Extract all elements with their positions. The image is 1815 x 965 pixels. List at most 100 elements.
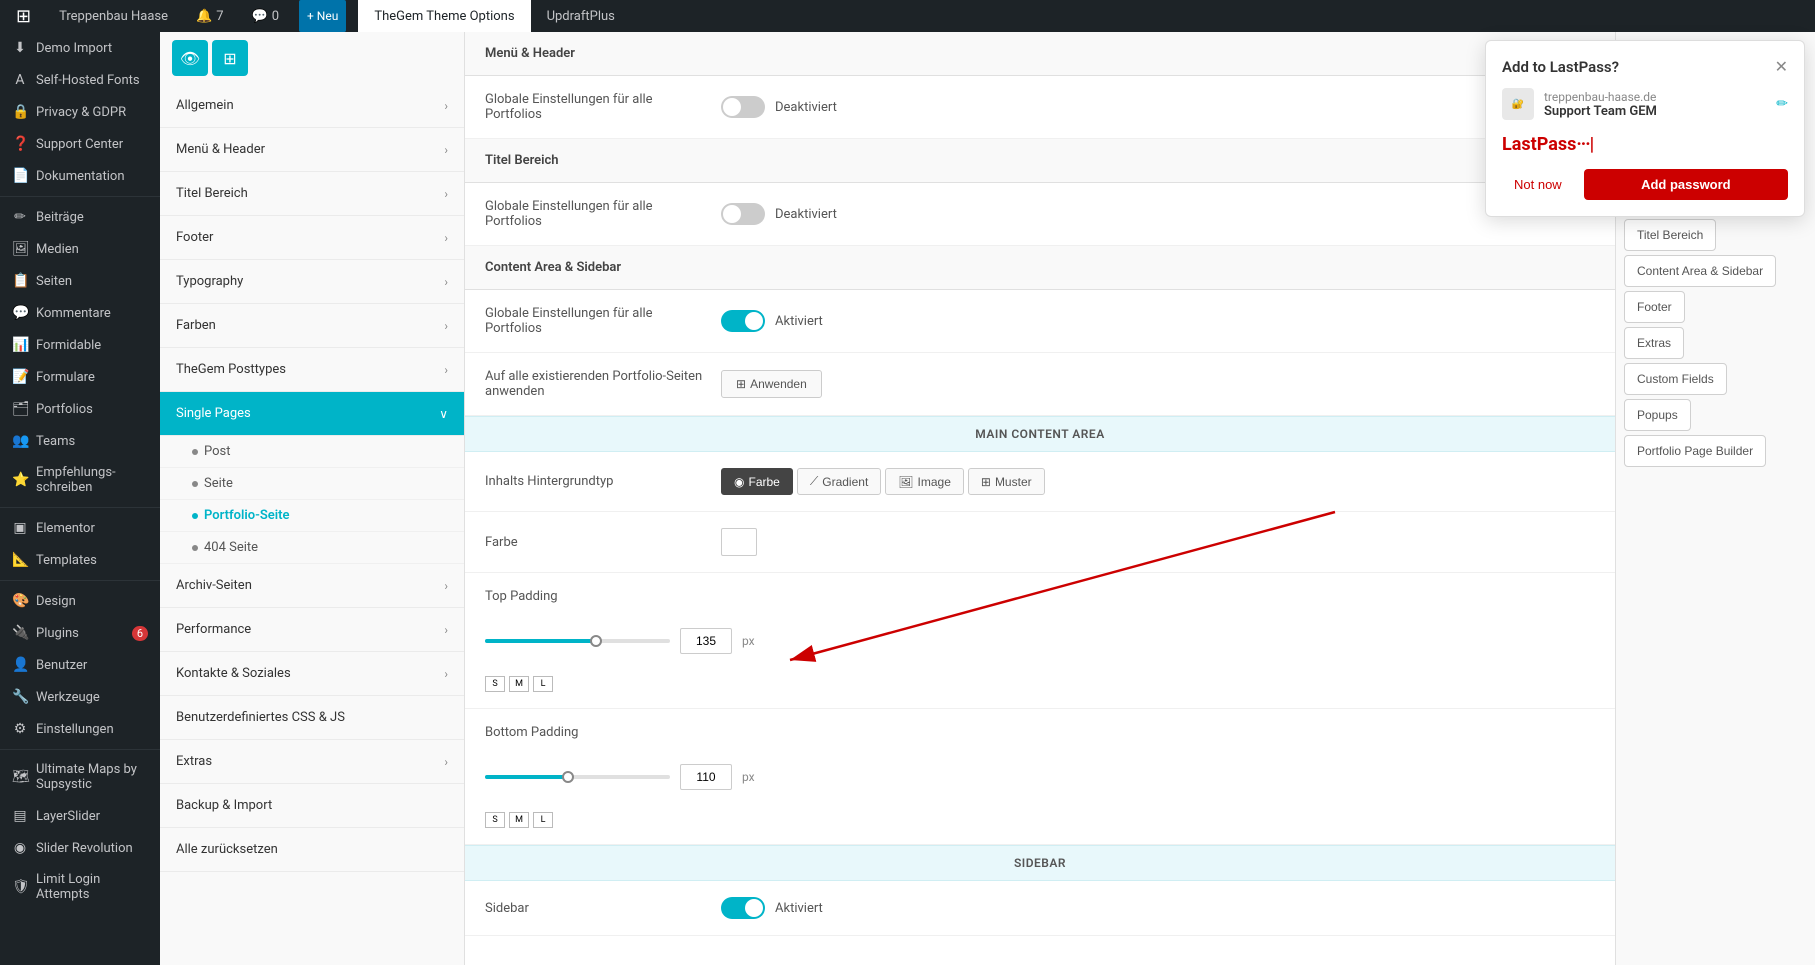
panel-item-performance[interactable]: Performance › xyxy=(160,608,464,652)
panel-item-css-js[interactable]: Benutzerdefiniertes CSS & JS xyxy=(160,696,464,740)
sidebar-item-layer-slider[interactable]: ▤ LayerSlider xyxy=(0,800,160,832)
bottom-padding-slider-row: px xyxy=(485,764,755,790)
panel-item-allgemein[interactable]: Allgemein › xyxy=(160,84,464,128)
sidebar-item-ultimate-maps[interactable]: 🗺 Ultimate Maps by Supsystic xyxy=(0,754,160,800)
sidebar-item-plugins[interactable]: 🔌 Plugins 6 xyxy=(0,617,160,649)
top-padding-input[interactable] xyxy=(680,628,732,654)
wp-logo[interactable]: ⊞ xyxy=(8,0,39,32)
panel-item-backup[interactable]: Backup & Import xyxy=(160,784,464,828)
adminbar-site[interactable]: Treppenbau Haase xyxy=(51,0,176,32)
scroll-btn-titel-bereich[interactable]: Titel Bereich xyxy=(1624,219,1716,251)
top-padding-fill xyxy=(485,639,596,643)
kommentare-icon: 💬 xyxy=(12,305,28,321)
panel-item-titel-bereich[interactable]: Titel Bereich › xyxy=(160,172,464,216)
bg-btn-farbe[interactable]: ◉ Farbe xyxy=(721,468,793,495)
panel-item-typography[interactable]: Typography › xyxy=(160,260,464,304)
color-swatch[interactable] xyxy=(721,528,757,556)
scroll-btn-portfolio-builder[interactable]: Portfolio Page Builder xyxy=(1624,435,1766,467)
sidebar-item-formulare[interactable]: 📝 Formulare xyxy=(0,361,160,393)
sidebar-item-elementor[interactable]: ▣ Elementor xyxy=(0,512,160,544)
top-padding-thumb[interactable] xyxy=(590,635,602,647)
layerslider-icon: ▤ xyxy=(12,808,28,824)
toggle-sidebar: Aktiviert xyxy=(721,897,823,919)
panel-item-reset[interactable]: Alle zurücksetzen xyxy=(160,828,464,872)
panel-item-menu-header[interactable]: Menü & Header › xyxy=(160,128,464,172)
toggle-menu-switch[interactable] xyxy=(721,96,765,118)
sidebar-item-design[interactable]: 🎨 Design xyxy=(0,585,160,617)
scroll-btn-extras[interactable]: Extras xyxy=(1624,327,1684,359)
sidebar-item-seiten[interactable]: 📋 Seiten xyxy=(0,265,160,297)
sidebar-item-formidable[interactable]: 📊 Formidable xyxy=(0,329,160,361)
lastpass-not-now-button[interactable]: Not now xyxy=(1502,169,1574,200)
adminbar-notif[interactable]: 🔔 7 xyxy=(188,0,232,32)
sub-item-post[interactable]: Post xyxy=(160,436,464,468)
sub-item-portfolio[interactable]: Portfolio-Seite xyxy=(160,500,464,532)
adminbar-comments[interactable]: 💬 0 xyxy=(244,0,288,32)
sidebar-item-limit-login[interactable]: 🛡 Limit Login Attempts xyxy=(0,864,160,910)
settings-icon-btn[interactable]: ⊞ xyxy=(212,40,248,76)
panel-item-single-pages[interactable]: Single Pages ∨ xyxy=(160,392,464,436)
top-padding-track[interactable] xyxy=(485,639,670,643)
lastpass-edit-icon[interactable]: ✏ xyxy=(1776,96,1788,112)
toggle-titel-switch[interactable] xyxy=(721,203,765,225)
bg-btn-image[interactable]: 🖼 Image xyxy=(885,468,964,495)
panel-item-kontakte[interactable]: Kontakte & Soziales › xyxy=(160,652,464,696)
lastpass-add-password-button[interactable]: Add password xyxy=(1584,169,1788,200)
bottom-padding-thumb[interactable] xyxy=(562,771,574,783)
sidebar-item-demo-import[interactable]: ⬇ Demo Import xyxy=(0,32,160,64)
bp-size-medium-icon[interactable]: M xyxy=(509,812,529,828)
sub-item-404[interactable]: 404 Seite xyxy=(160,532,464,564)
sidebar-item-benutzer[interactable]: 👤 Benutzer xyxy=(0,649,160,681)
sidebar-item-teams[interactable]: 👥 Teams xyxy=(0,425,160,457)
sidebar-item-templates[interactable]: 📐 Templates xyxy=(0,544,160,576)
arrow-right-icon8: › xyxy=(444,579,448,593)
sidebar-item-slider-revolution[interactable]: ◉ Slider Revolution xyxy=(0,832,160,864)
sidebar-item-werkzeuge[interactable]: 🔧 Werkzeuge xyxy=(0,681,160,713)
support-icon: ❓ xyxy=(12,136,28,152)
scroll-btn-custom-fields[interactable]: Custom Fields xyxy=(1624,363,1727,395)
panel-item-archiv[interactable]: Archiv-Seiten › xyxy=(160,564,464,608)
panel-item-extras[interactable]: Extras › xyxy=(160,740,464,784)
bullet-404 xyxy=(192,545,198,551)
sidebar-item-beitraege[interactable]: ✏ Beiträge xyxy=(0,201,160,233)
bp-size-large-icon[interactable]: L xyxy=(533,812,553,828)
preview-icon-btn[interactable]: 👁 xyxy=(172,40,208,76)
sidebar-item-kommentare[interactable]: 💬 Kommentare xyxy=(0,297,160,329)
lastpass-close-button[interactable]: ✕ xyxy=(1775,57,1788,76)
sidebar-item-support[interactable]: ❓ Support Center xyxy=(0,128,160,160)
nav-tab-thegem[interactable]: TheGem Theme Options xyxy=(358,0,530,32)
adminbar-new[interactable]: + Neu xyxy=(299,0,346,32)
bottom-padding-input[interactable] xyxy=(680,764,732,790)
sidebar-item-privacy[interactable]: 🔒 Privacy & GDPR xyxy=(0,96,160,128)
muster-icon: ⊞ xyxy=(981,475,991,489)
toggle-sidebar-switch[interactable] xyxy=(721,897,765,919)
sidebar-item-empfehlungen[interactable]: ⭐ Empfehlungs-schreiben xyxy=(0,457,160,503)
bg-type-row: Inhalts Hintergrundtyp ◉ Farbe ⟋ Gradien… xyxy=(465,452,1615,512)
sidebar-item-self-hosted-fonts[interactable]: A Self-Hosted Fonts xyxy=(0,64,160,96)
sidebar-item-einstellungen[interactable]: ⚙ Einstellungen xyxy=(0,713,160,745)
limit-login-icon: 🛡 xyxy=(12,879,28,895)
apply-button[interactable]: ⊞ Anwenden xyxy=(721,370,822,398)
lastpass-header: Add to LastPass? ✕ xyxy=(1502,57,1788,76)
size-medium-icon[interactable]: M xyxy=(509,676,529,692)
nav-tab-updraftplus[interactable]: UpdraftPlus xyxy=(531,0,631,32)
size-large-icon[interactable]: L xyxy=(533,676,553,692)
panel-item-footer[interactable]: Footer › xyxy=(160,216,464,260)
scroll-btn-footer[interactable]: Footer xyxy=(1624,291,1685,323)
demo-import-icon: ⬇ xyxy=(12,40,28,56)
size-small-icon[interactable]: S xyxy=(485,676,505,692)
bottom-padding-track[interactable] xyxy=(485,775,670,779)
sidebar-item-portfolios[interactable]: 🗂 Portfolios xyxy=(0,393,160,425)
bg-btn-muster[interactable]: ⊞ Muster xyxy=(968,468,1045,495)
panel-item-farben[interactable]: Farben › xyxy=(160,304,464,348)
toggle-content-switch[interactable] xyxy=(721,310,765,332)
panel-item-posttypes[interactable]: TheGem Posttypes › xyxy=(160,348,464,392)
sub-item-seite[interactable]: Seite xyxy=(160,468,464,500)
scroll-btn-popups[interactable]: Popups xyxy=(1624,399,1691,431)
sidebar-item-docs[interactable]: 📄 Dokumentation xyxy=(0,160,160,192)
bg-btn-gradient[interactable]: ⟋ Gradient xyxy=(797,468,881,495)
sidebar-item-medien[interactable]: 🖼 Medien xyxy=(0,233,160,265)
scroll-btn-content-area[interactable]: Content Area & Sidebar xyxy=(1624,255,1776,287)
bp-size-small-icon[interactable]: S xyxy=(485,812,505,828)
color-row: Farbe xyxy=(465,512,1615,573)
